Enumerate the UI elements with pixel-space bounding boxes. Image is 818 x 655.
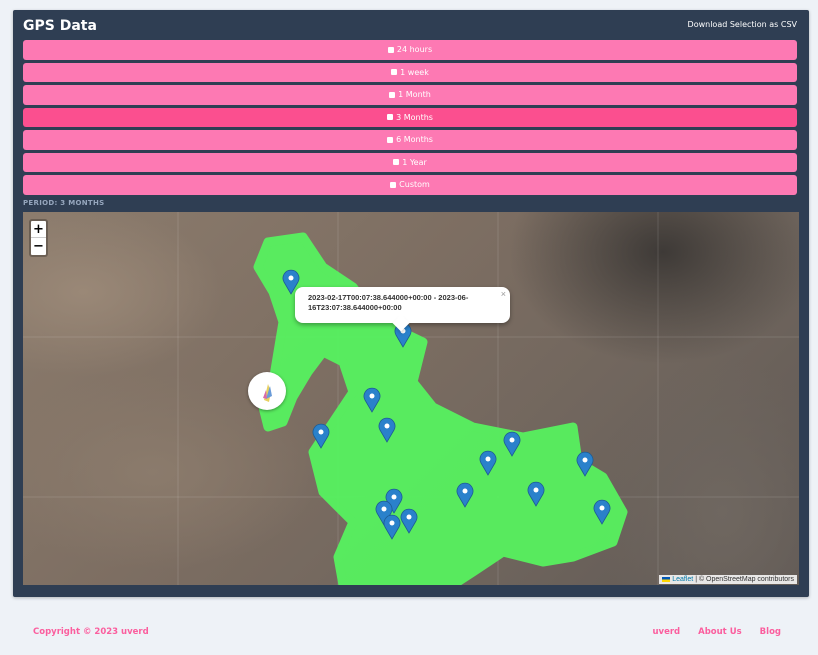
- footer-nav: uverd About Us Blog: [652, 627, 781, 637]
- ukraine-flag-icon: [662, 576, 671, 582]
- attribution-text: | © OpenStreetMap contributors: [693, 576, 794, 583]
- zoom-out-button[interactable]: −: [31, 238, 46, 255]
- period-24-hours-button[interactable]: 24 hours: [23, 40, 797, 60]
- calendar-icon: [393, 159, 400, 166]
- cluster-thumbnail[interactable]: [248, 372, 286, 410]
- calendar-icon: [390, 181, 397, 188]
- period-button-label: 1 week: [400, 67, 429, 77]
- period-6-months-button[interactable]: 6 Months: [23, 130, 797, 150]
- period-1-year-button[interactable]: 1 Year: [23, 152, 797, 172]
- map-marker-dot: [318, 429, 324, 435]
- map-attribution: Leaflet | © OpenStreetMap contributors: [659, 575, 797, 584]
- calendar-icon: [387, 136, 394, 143]
- period-button-label: 1 Year: [402, 157, 427, 167]
- footer-link-blog[interactable]: Blog: [760, 627, 781, 637]
- zoom-in-button[interactable]: +: [31, 221, 46, 238]
- thumbnail-graphic: [263, 384, 272, 402]
- map-view[interactable]: + − 2023-02-17T00:07:38.644000+00:00 - 2…: [23, 212, 799, 585]
- popup-text: 2023-02-17T00:07:38.644000+00:00 - 2023-…: [308, 293, 469, 312]
- period-label: PERIOD: 3 MONTHS: [23, 199, 105, 207]
- map-marker-dot: [381, 506, 387, 512]
- map-marker-dot: [533, 487, 539, 493]
- period-button-label: Custom: [399, 180, 430, 190]
- map-marker-dot: [384, 423, 390, 429]
- footer-link-about-us[interactable]: About Us: [698, 627, 742, 637]
- map-marker-dot: [509, 437, 515, 443]
- map-marker-dot: [582, 457, 588, 463]
- footer-link-uverd[interactable]: uverd: [652, 627, 680, 637]
- map-marker-dot: [599, 505, 605, 511]
- period-custom-button[interactable]: Custom: [23, 175, 797, 195]
- period-button-label: 24 hours: [396, 45, 433, 55]
- page-title: GPS Data: [23, 18, 97, 34]
- download-csv-link[interactable]: Download Selection as CSV: [688, 20, 797, 29]
- map-marker-dot: [391, 494, 397, 500]
- period-1-week-button[interactable]: 1 week: [23, 62, 797, 82]
- map-marker-dot: [288, 275, 294, 281]
- calendar-icon: [389, 91, 396, 98]
- map-marker-dot: [369, 393, 375, 399]
- period-1-month-button[interactable]: 1 Month: [23, 85, 797, 105]
- leaflet-link[interactable]: Leaflet: [672, 576, 693, 583]
- popup-close-button[interactable]: ×: [501, 289, 506, 299]
- gps-panel: GPS Data Download Selection as CSV 24 ho…: [13, 10, 809, 597]
- period-button-label: 6 Months: [396, 135, 433, 145]
- zoom-control: + −: [29, 219, 48, 257]
- calendar-icon: [391, 69, 398, 76]
- calendar-icon: [387, 114, 394, 121]
- map-marker-dot: [389, 520, 395, 526]
- map-overlay: [23, 212, 799, 585]
- period-button-label: 1 Month: [398, 90, 431, 100]
- map-popup: 2023-02-17T00:07:38.644000+00:00 - 2023-…: [295, 287, 510, 332]
- map-marker-dot: [462, 488, 468, 494]
- period-selector: 24 hours 1 week 1 Month 3 Months 6 Month…: [23, 40, 797, 198]
- map-marker-dot: [485, 456, 491, 462]
- period-button-label: 3 Months: [396, 112, 433, 122]
- map-marker-dot: [406, 514, 412, 520]
- period-3-months-button[interactable]: 3 Months: [23, 107, 797, 127]
- footer-copyright: Copyright © 2023 uverd: [33, 627, 149, 637]
- calendar-icon: [387, 46, 394, 53]
